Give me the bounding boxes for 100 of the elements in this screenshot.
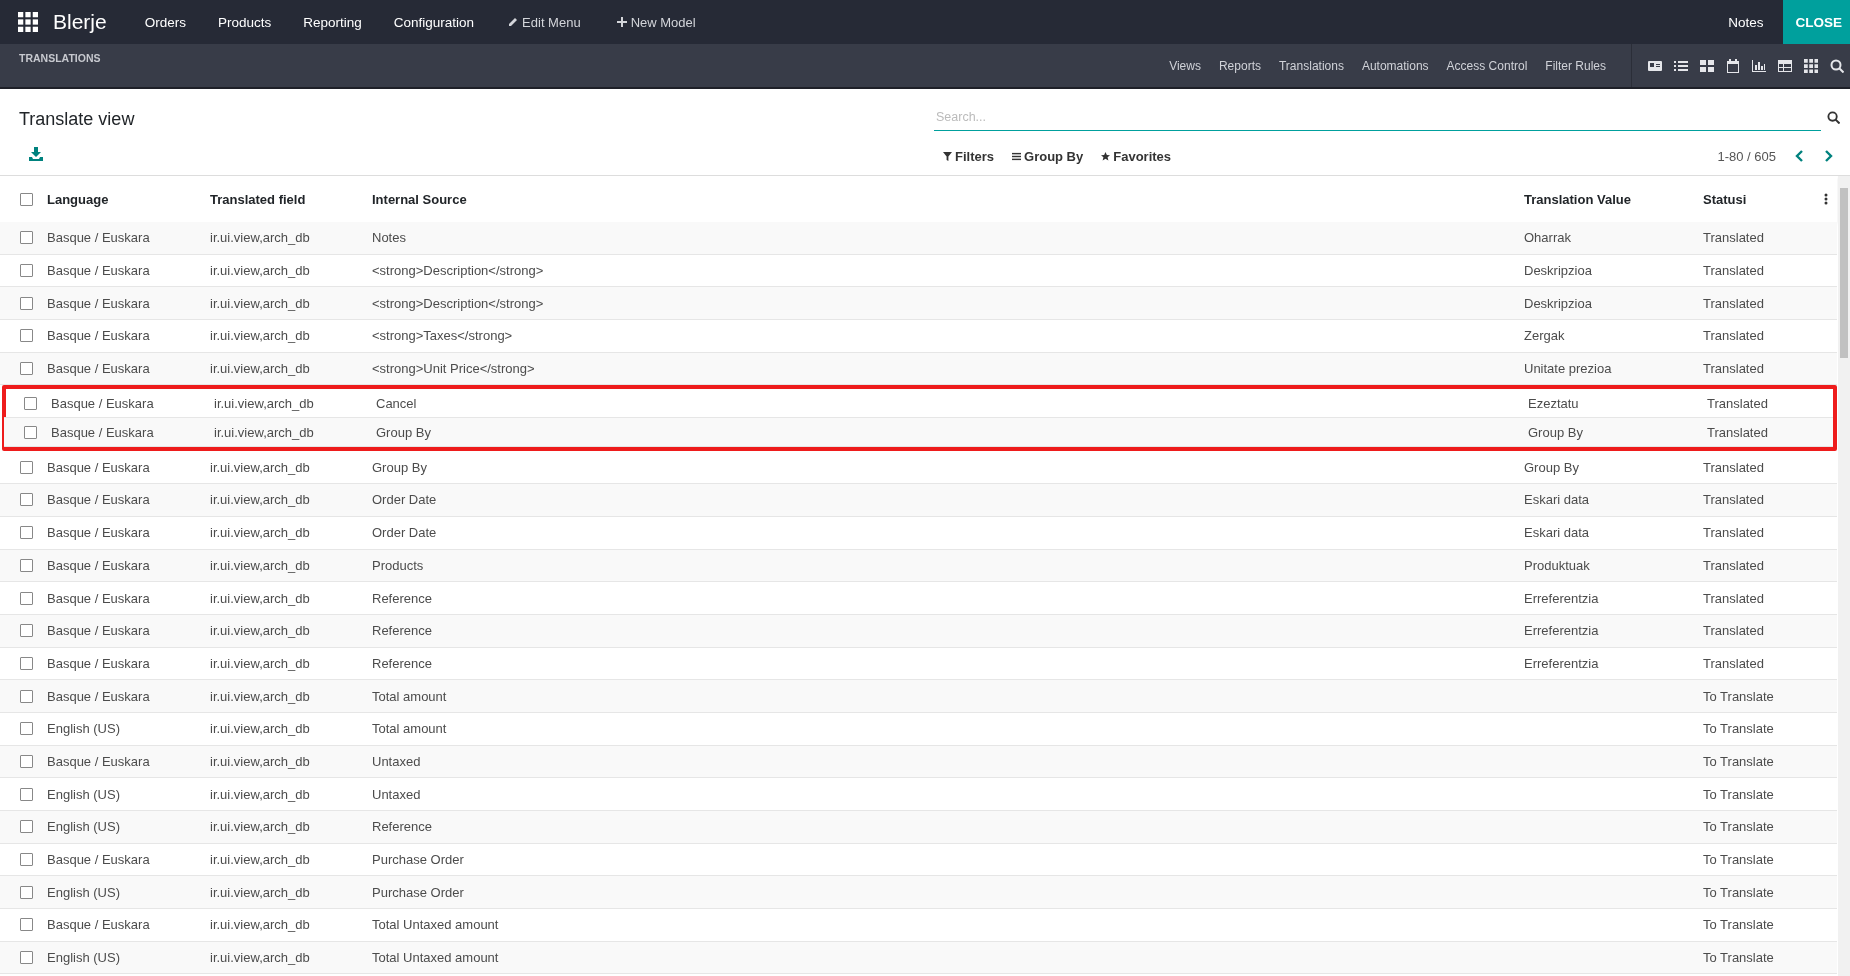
row-checkbox[interactable] xyxy=(20,787,33,801)
table-row[interactable]: English (US) ir.ui.view,arch_db Reference To Translate xyxy=(0,811,1837,844)
row-checkbox[interactable] xyxy=(20,329,33,343)
row-checkbox[interactable] xyxy=(20,820,33,834)
menu-item[interactable]: Products xyxy=(201,0,288,44)
table-cell-text: Translated xyxy=(1703,361,1765,377)
table-row[interactable]: Basque / Euskara ir.ui.view,arch_db Order Date Eskari data Translated xyxy=(0,516,1837,550)
table-row[interactable]: English (US) ir.ui.view,arch_db Total Untaxed amount To Translate xyxy=(0,941,1837,975)
table-cell-text: Basque / Euskara xyxy=(47,753,151,769)
row-checkbox[interactable] xyxy=(20,951,33,965)
download-icon[interactable] xyxy=(29,147,43,161)
table-cell-text: Translated xyxy=(1703,623,1765,639)
table-cell-text: Erreferentzia xyxy=(1524,590,1600,606)
table-row[interactable]: Basque / Euskara ir.ui.view,arch_db Reference Erreferentzia Translated xyxy=(0,614,1837,648)
column-header[interactable]: Statusi xyxy=(1703,191,1815,207)
table-cell-text: ir.ui.view,arch_db xyxy=(210,950,311,966)
studio-tab[interactable]: Views xyxy=(1160,44,1210,87)
table-row[interactable]: English (US) ir.ui.view,arch_db Total amount To Translate xyxy=(0,712,1837,746)
table-row[interactable]: Basque / Euskara ir.ui.view,arch_db <strong>Taxes</strong> Zergak Translated xyxy=(0,320,1837,353)
row-checkbox[interactable] xyxy=(20,493,33,507)
table-cell-text: Basque / Euskara xyxy=(51,395,155,411)
row-checkbox[interactable] xyxy=(20,526,33,540)
table-cell-text: Order Date xyxy=(372,525,438,541)
row-checkbox[interactable] xyxy=(20,558,33,572)
row-checkbox[interactable] xyxy=(20,624,33,638)
new-model-button[interactable]: New Model xyxy=(598,0,714,44)
search-icon[interactable] xyxy=(1827,110,1840,124)
calendar-icon[interactable] xyxy=(1726,58,1740,73)
table-cell-text: Purchase Order xyxy=(372,852,465,868)
search-icon[interactable] xyxy=(1830,58,1844,73)
table-cell-text: Basque / Euskara xyxy=(47,688,151,704)
column-header[interactable]: Language xyxy=(47,191,210,207)
search-field[interactable]: Search... xyxy=(934,103,1821,131)
apps-menu-icon[interactable] xyxy=(18,12,38,32)
previous-page-icon[interactable] xyxy=(1795,150,1805,162)
table-cell-text: Translated xyxy=(1703,230,1765,246)
kanban-view-icon[interactable] xyxy=(1700,58,1714,73)
row-checkbox[interactable] xyxy=(20,296,33,310)
table-cell-text: ir.ui.view,arch_db xyxy=(210,263,311,279)
menu-item[interactable]: Orders xyxy=(128,0,202,44)
next-page-icon[interactable] xyxy=(1823,150,1833,162)
row-checkbox[interactable] xyxy=(20,885,33,899)
favorite-button[interactable]: Favorites xyxy=(1092,148,1181,164)
row-checkbox[interactable] xyxy=(20,689,33,703)
table-row[interactable]: Basque / Euskara ir.ui.view,arch_db Group By Group By Translated xyxy=(4,418,1833,448)
grid-view-icon[interactable] xyxy=(1804,58,1818,73)
table-cell-text: Ezeztatu xyxy=(1528,395,1580,411)
studio-tab[interactable]: Translations xyxy=(1270,44,1353,87)
table-cell-text: Basque / Euskara xyxy=(47,295,151,311)
menu-item[interactable]: Reporting xyxy=(287,0,378,44)
notes-button[interactable]: Notes xyxy=(1708,0,1784,44)
bar-chart-icon[interactable] xyxy=(1752,58,1766,73)
scrollbar-thumb[interactable] xyxy=(1840,188,1848,358)
table-row[interactable]: Basque / Euskara ir.ui.view,arch_db Untaxed To Translate xyxy=(0,745,1837,779)
group-button[interactable]: Group By xyxy=(1003,148,1093,164)
table-cell-text: ir.ui.view,arch_db xyxy=(210,525,311,541)
column-header[interactable]: Translation Value xyxy=(1524,191,1703,207)
scrollbar[interactable] xyxy=(1838,176,1850,976)
row-checkbox[interactable] xyxy=(20,918,33,932)
row-checkbox[interactable] xyxy=(20,231,33,245)
table-row[interactable]: Basque / Euskara ir.ui.view,arch_db <strong>Description</strong> Deskripzioa Translated xyxy=(0,287,1837,321)
table-cell-text: Translated xyxy=(1703,263,1765,279)
filter-icon xyxy=(943,151,952,161)
row-checkbox[interactable] xyxy=(20,264,33,278)
table-row[interactable]: Basque / Euskara ir.ui.view,arch_db <strong>Unit Price</strong> Unitate prezioa Translated xyxy=(0,352,1837,386)
row-checkbox[interactable] xyxy=(20,460,33,474)
row-checkbox[interactable] xyxy=(20,722,33,736)
more-options-icon[interactable] xyxy=(1824,193,1828,205)
select-all-checkbox[interactable] xyxy=(20,192,33,206)
table-cell-text: Translated xyxy=(1703,459,1765,475)
form-view-icon[interactable] xyxy=(1648,58,1662,73)
table-row[interactable]: Basque / Euskara ir.ui.view,arch_db Notes Oharrak Translated xyxy=(0,222,1837,255)
menu-item[interactable]: Configuration xyxy=(377,0,491,44)
studio-tab[interactable]: Automations xyxy=(1352,44,1438,87)
table-row[interactable]: Basque / Euskara ir.ui.view,arch_db Total amount To Translate xyxy=(0,680,1837,713)
table-cell-text: Total Untaxed amount xyxy=(372,917,500,933)
column-header[interactable]: Translated field xyxy=(210,191,372,207)
row-checkbox[interactable] xyxy=(24,396,37,410)
table-row[interactable]: Basque / Euskara ir.ui.view,arch_db Products Produktuak Translated xyxy=(0,549,1837,583)
pencil-icon xyxy=(508,17,519,27)
table-row[interactable]: Basque / Euskara ir.ui.view,arch_db Total Untaxed amount To Translate xyxy=(0,909,1837,942)
table-cell-text: Basque / Euskara xyxy=(51,424,155,440)
row-checkbox[interactable] xyxy=(20,591,33,605)
table-icon[interactable] xyxy=(1778,58,1792,73)
row-checkbox[interactable] xyxy=(24,425,37,439)
studio-tab[interactable]: Reports xyxy=(1209,44,1270,87)
row-checkbox[interactable] xyxy=(20,853,33,867)
row-checkbox[interactable] xyxy=(20,656,33,670)
row-checkbox[interactable] xyxy=(20,754,33,768)
studio-tab[interactable]: Filter Rules xyxy=(1536,44,1615,87)
list-view-icon[interactable] xyxy=(1674,58,1688,73)
filter-button[interactable]: Filters xyxy=(934,148,1003,164)
table-row[interactable]: English (US) ir.ui.view,arch_db Purchase Order To Translate xyxy=(0,876,1837,910)
table-row[interactable]: Basque / Euskara ir.ui.view,arch_db Order Date Eskari data Translated xyxy=(0,484,1837,517)
table-cell-text: Total Untaxed amount xyxy=(372,950,500,966)
table-row[interactable]: Basque / Euskara ir.ui.view,arch_db Reference Erreferentzia Translated xyxy=(0,582,1837,615)
edit-menu-button[interactable]: Edit Menu xyxy=(490,0,599,44)
studio-tab[interactable]: Access Control xyxy=(1437,44,1537,87)
row-checkbox[interactable] xyxy=(20,362,33,376)
column-header[interactable]: Internal Source xyxy=(372,191,1524,207)
